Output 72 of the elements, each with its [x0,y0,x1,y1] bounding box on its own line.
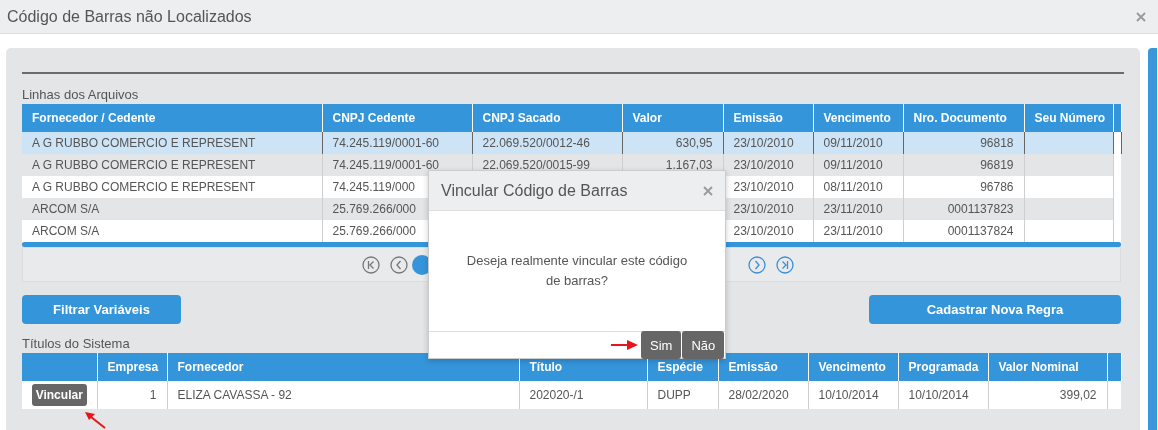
table-cell: 09/11/2010 [823,136,883,150]
table-cell: 1.167,03 [665,158,713,172]
column-header[interactable]: Vencimento [808,353,898,381]
table-cell: 1 [149,388,157,402]
close-icon[interactable] [703,185,713,196]
dialog-message: Deseja realmente vincular este código de barras? [465,252,689,290]
table-cell: 10/10/2014 [908,388,969,402]
table-cell: 23/10/2010 [733,202,794,216]
table-cell: 74.245.119/0001-60 [332,136,440,150]
column-header[interactable]: Fornecedor [167,353,519,381]
column-header[interactable]: Valor Nominal [988,353,1107,381]
column-header[interactable]: Nro. Documento [903,104,1024,132]
table-cell: 10/10/2014 [818,388,879,402]
table-row[interactable]: A G RUBBO COMERCIO E REPRESENT 74.245.119/0001-60 22.069.520/0012-46 630,95 23/10/2010 09/11/2010 96818 [22,132,1121,154]
table-cell: 96819 [980,158,1014,172]
column-header[interactable]: Empresa [97,353,167,381]
table-cell: 08/11/2010 [823,180,883,194]
first-page-icon[interactable] [362,255,380,274]
table-cell: A G RUBBO COMERCIO E REPRESENT [32,136,256,150]
table-cell: A G RUBBO COMERCIO E REPRESENT [32,158,256,172]
table-cell: 0001137824 [947,224,1014,238]
section-title: Títulos do Sistema [22,335,130,353]
table-cell: 23/10/2010 [733,180,794,194]
table-cell: 23/10/2010 [733,224,794,238]
table-cell: 28/02/2020 [728,388,789,402]
scrollbar[interactable] [1148,48,1157,430]
table-cell: 74.245.119/0001-60 [332,158,440,172]
column-header[interactable]: CNPJ Sacado [472,104,622,132]
table-cell: 22.069.520/0015-99 [482,158,590,172]
yes-button[interactable]: Sim [641,331,682,359]
arrow-icon [84,411,106,429]
column-header[interactable]: Emissão [718,353,808,381]
no-button[interactable]: Não [682,331,725,359]
dialog-title: Vincular Código de Barras [441,181,628,200]
column-header[interactable]: Programada [898,353,988,381]
previous-page-icon[interactable] [390,255,408,274]
column-header[interactable]: CNPJ Cedente [322,104,472,132]
link-button[interactable]: Vincular [31,384,87,406]
filter-button[interactable]: Filtrar Variáveis [22,295,181,324]
table-cell: 96818 [980,136,1014,150]
column-header[interactable]: Emissão [723,104,813,132]
last-page-icon[interactable] [776,255,794,274]
table-cell: 23/11/2010 [823,224,883,238]
close-icon[interactable] [1136,11,1146,22]
table-cell: 23/10/2010 [733,158,794,172]
section-title: Linhas dos Arquivos [22,86,139,104]
table-cell: 25.769.266/000 [332,202,416,216]
table-cell: 23/11/2010 [823,202,883,216]
column-header[interactable]: Valor [622,104,723,132]
next-page-icon[interactable] [748,255,766,274]
column-header[interactable]: Vencimento [813,104,903,132]
table-cell: 0001137823 [947,202,1014,216]
table-cell: 09/11/2010 [823,158,883,172]
column-header[interactable]: Seu Número [1024,104,1113,132]
new-rule-button[interactable]: Cadastrar Nova Regra [869,295,1121,324]
window-title: Código de Barras não Localizados [7,7,252,26]
table-cell: 96786 [980,180,1014,194]
table-cell: ELIZA CAVASSA - 92 [177,388,292,402]
table-row[interactable]: A G RUBBO COMERCIO E REPRESENT 74.245.119/0001-60 22.069.520/0015-99 1.167,03 23/10/2010 09/11/2010 96819 [22,154,1121,176]
table-cell: 202020-/1 [529,388,584,402]
table-cell: ARCOM S/A [32,224,100,238]
table-cell: 23/10/2010 [733,136,794,150]
table-cell: 22.069.520/0012-46 [482,136,590,150]
table-cell: DUPP [657,388,691,402]
arrow-icon [611,339,639,351]
table-cell: 630,95 [675,136,713,150]
table-cell: 399,02 [1059,388,1097,402]
table-cell: 25.769.266/000 [332,224,416,238]
table-cell: A G RUBBO COMERCIO E REPRESENT [32,180,256,194]
column-header[interactable]: Fornecedor / Cedente [22,104,322,132]
table-cell: ARCOM S/A [32,202,100,216]
table-cell: 74.245.119/000 [332,180,416,194]
